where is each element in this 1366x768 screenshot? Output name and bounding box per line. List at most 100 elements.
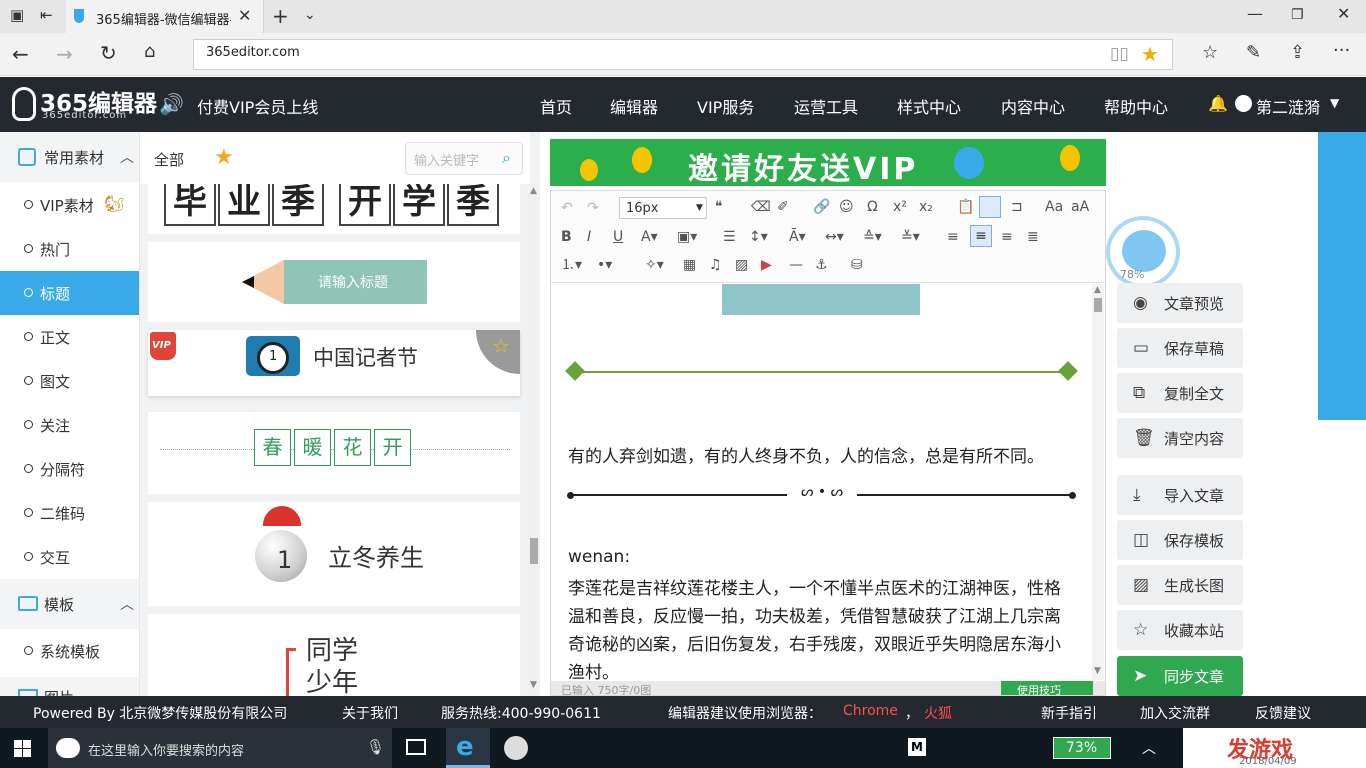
category-item-image-text[interactable]: 图文 (0, 359, 139, 403)
ordered-list-icon[interactable]: ⒈▾ (561, 258, 582, 272)
window-close-icon[interactable]: ✕ (1337, 6, 1350, 22)
material-card[interactable]: 1 立冬养生 (148, 502, 520, 606)
windows-start-icon[interactable] (14, 740, 31, 757)
category-item-interaction[interactable]: 交互 (0, 535, 139, 579)
share-icon[interactable]: ⇪ (1290, 44, 1305, 62)
material-card[interactable]: VIP 1 中国记者节 ☆ (148, 330, 520, 396)
category-item-vip[interactable]: VIP素材 🐿 (0, 183, 139, 227)
nav-editor[interactable]: 编辑器 (610, 94, 658, 118)
footer-feedback-link[interactable]: 反馈建议 (1255, 703, 1311, 723)
align-left-icon[interactable]: ≡ (947, 230, 959, 244)
chevron-down-icon[interactable]: ⌄ (304, 8, 316, 22)
font-color-icon[interactable]: A▾ (641, 230, 658, 244)
editor-scrollbar[interactable]: ▲ ▼ (1092, 284, 1104, 680)
scroll-thumb[interactable] (1094, 298, 1102, 312)
sync-article-button[interactable]: ➤ 同步文章 (1117, 656, 1243, 696)
url-field[interactable]: 365editor.com ▯▯ ★ (193, 39, 1173, 70)
font-family-icon[interactable]: Aa (1045, 200, 1063, 214)
material-scrollbar[interactable]: ▲ ▼ (528, 184, 540, 696)
footer-firefox-link[interactable]: 火狐 (924, 703, 952, 723)
magic-tool-icon[interactable]: ✧▾ (645, 258, 664, 272)
clear-content-button[interactable]: 🗑 清空内容 (1117, 418, 1243, 458)
eraser-icon[interactable]: ⌫ (751, 200, 771, 214)
favorite-star-icon[interactable]: ☆ (492, 334, 510, 358)
undo-icon[interactable]: ↶ (561, 201, 573, 215)
bell-icon[interactable]: 🔔 (1208, 94, 1228, 113)
tips-button[interactable]: 使用技巧 (1001, 681, 1093, 695)
task-view-icon[interactable] (406, 739, 426, 755)
blockquote-icon[interactable]: ❝ (715, 200, 723, 214)
font-size-select[interactable]: 16px ▼ (619, 197, 707, 219)
indent-icon[interactable]: ☰ (723, 230, 736, 244)
save-template-button[interactable]: ◫ 保存模板 (1117, 520, 1243, 560)
paragraph-after-icon[interactable]: ≚▾ (901, 230, 920, 244)
category-item-hot[interactable]: 热门 (0, 227, 139, 271)
video-icon[interactable]: ▶ (761, 258, 772, 272)
align-right-icon[interactable]: ≡ (1001, 230, 1013, 244)
scroll-thumb[interactable] (530, 538, 538, 564)
chevron-up-icon[interactable]: ︿ (120, 594, 134, 614)
minimize-icon[interactable]: — (1247, 6, 1263, 22)
taskbar-search[interactable]: 在这里输入你要搜索的内容 🎙 (48, 728, 392, 768)
omega-icon[interactable]: Ω (867, 200, 878, 214)
scroll-up-icon[interactable]: ▲ (1094, 285, 1101, 295)
nav-vip[interactable]: VIP服务 (697, 94, 754, 118)
emoji-icon[interactable]: ☺ (839, 200, 854, 214)
underline-icon[interactable]: U (613, 230, 623, 244)
nav-style-center[interactable]: 样式中心 (897, 94, 961, 118)
m-tray-icon[interactable]: M (908, 738, 926, 756)
bg-color-icon[interactable]: ▣▾ (677, 230, 697, 244)
username[interactable]: 第二涟漪 (1256, 94, 1320, 118)
material-card[interactable]: 同学 少年 (148, 614, 520, 696)
material-card[interactable]: 请输入标题 (148, 242, 520, 322)
anchor-icon[interactable]: ⚓ (815, 258, 828, 272)
align-center-icon[interactable]: ≡ (970, 225, 992, 247)
generate-long-image-button[interactable]: ▨ 生成长图 (1117, 565, 1243, 605)
maximize-icon[interactable]: ❐ (1291, 8, 1304, 22)
battery-indicator[interactable]: 73% (1053, 737, 1111, 759)
invite-banner[interactable]: 邀请好友送VIP (550, 139, 1106, 186)
scroll-down-icon[interactable]: ▼ (1094, 666, 1101, 676)
nav-ops-tools[interactable]: 运营工具 (794, 94, 858, 118)
edge-taskbar-button[interactable]: e (446, 728, 490, 768)
paste-icon[interactable]: 📋 (957, 200, 974, 214)
footer-chrome-link[interactable]: Chrome (843, 703, 898, 719)
chevron-up-icon[interactable]: ︿ (120, 147, 134, 167)
tab-all[interactable]: 全部 (154, 149, 184, 170)
search-icon[interactable]: ⌕ (502, 148, 511, 168)
browser-tab[interactable]: 365编辑器-微信编辑器- ✕ (66, 0, 264, 33)
category-item-qrcode[interactable]: 二维码 (0, 491, 139, 535)
favorites-star-icon[interactable]: ★ (214, 145, 234, 170)
microphone-icon[interactable]: 🎙 (366, 738, 385, 756)
category-item-follow[interactable]: 关注 (0, 403, 139, 447)
italic-icon[interactable]: I (587, 230, 591, 244)
redo-icon[interactable]: ↷ (587, 201, 599, 215)
vip-promo-link[interactable]: 付费VIP会员上线 (197, 94, 318, 118)
text-case-icon[interactable]: aA (1071, 200, 1089, 214)
user-menu-caret-icon[interactable]: ▼ (1330, 96, 1339, 110)
scroll-down-icon[interactable]: ▼ (530, 680, 537, 690)
footer-guide-link[interactable]: 新手指引 (1041, 703, 1097, 723)
align-justify-icon[interactable]: ≣ (1027, 230, 1039, 244)
unordered-list-icon[interactable]: •▾ (597, 258, 612, 272)
category-group-template[interactable]: 模板 ︿ (0, 579, 139, 629)
category-group-image[interactable]: 图片 (0, 677, 139, 696)
tab-list-icon[interactable]: ▣ (10, 8, 24, 23)
editor-content[interactable]: 有的人弃剑如遗，有的人终身不负，人的信念，总是有所不同。 ᔕ • ᔕ wenan… (551, 284, 1091, 680)
table-icon[interactable]: ▦ (683, 258, 696, 272)
import-article-button[interactable]: ⤓ 导入文章 (1117, 475, 1243, 515)
category-item-body[interactable]: 正文 (0, 315, 139, 359)
more-icon[interactable]: ··· (1333, 42, 1350, 60)
horizontal-rule-icon[interactable]: — (789, 258, 803, 272)
assistant-widget[interactable]: 78% (1106, 216, 1180, 288)
star-icon[interactable]: ★ (1141, 42, 1159, 66)
source-code-icon[interactable]: ⛁ (851, 258, 863, 272)
owl-logo-icon[interactable] (12, 87, 36, 121)
footer-about-link[interactable]: 关于我们 (342, 703, 398, 723)
image-icon[interactable]: ▨ (735, 258, 748, 272)
line-height-icon[interactable]: ↕▾ (749, 230, 768, 244)
back-icon[interactable]: ← (12, 44, 29, 64)
align-right-frame-icon[interactable]: ⊐ (1011, 200, 1023, 214)
material-search-input[interactable]: 输入关键字 ⌕ (405, 142, 523, 175)
home-icon[interactable]: ⌂ (144, 43, 155, 61)
